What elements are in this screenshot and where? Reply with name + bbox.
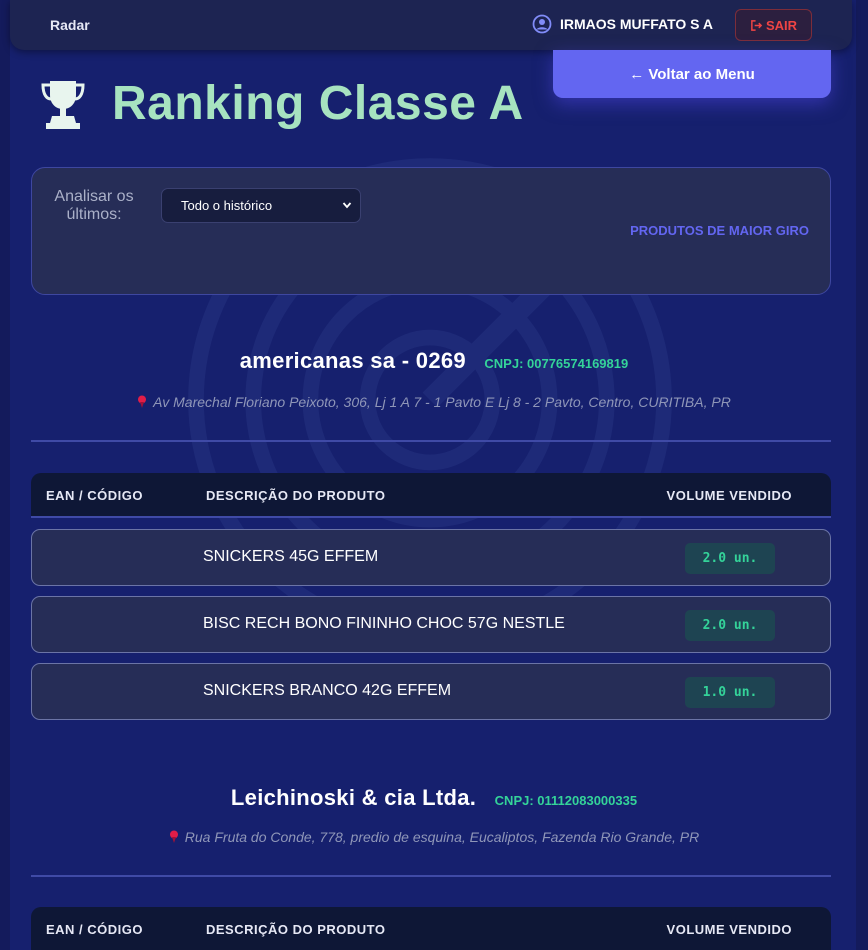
- column-header-description: DESCRIÇÃO DO PRODUTO: [206, 488, 386, 503]
- top-navbar: Radar IRMAOS MUFFATO S A SAIR: [10, 0, 852, 50]
- logout-button[interactable]: SAIR: [735, 9, 812, 41]
- chevron-down-icon: [342, 202, 352, 209]
- page-title: Ranking Classe A: [112, 77, 524, 130]
- column-header-volume: VOLUME VENDIDO: [666, 488, 792, 503]
- store-name: americanas sa - 0269: [239, 348, 466, 373]
- store-name: Leichinoski & cia Ltda.: [230, 785, 477, 810]
- user-info: IRMAOS MUFFATO S A: [532, 14, 713, 34]
- store-address: Av Marechal Floriano Peixoto, 306, Lj 1 …: [0, 394, 868, 410]
- filter-card: Analisar os últimos: Todo o histórico PR…: [31, 167, 831, 295]
- user-circle-icon: [532, 14, 552, 34]
- store-address: Rua Fruta do Conde, 778, predio de esqui…: [0, 829, 868, 845]
- logout-label: SAIR: [765, 17, 798, 33]
- map-pin-icon: [138, 395, 147, 408]
- volume-badge: 1.0 un.: [685, 677, 775, 708]
- map-pin-icon: [169, 830, 178, 843]
- column-header-volume: VOLUME VENDIDO: [666, 922, 792, 937]
- brand-link[interactable]: Radar: [50, 17, 90, 33]
- column-header-description: DESCRIÇÃO DO PRODUTO: [206, 922, 386, 937]
- table-header: EAN / CÓDIGO DESCRIÇÃO DO PRODUTO VOLUME…: [31, 473, 831, 518]
- section-divider: [31, 875, 831, 877]
- store-address-text: Av Marechal Floriano Peixoto, 306, Lj 1 …: [153, 394, 731, 410]
- store-address-text: Rua Fruta do Conde, 778, predio de esqui…: [184, 829, 700, 845]
- period-select-value: Todo o histórico: [181, 198, 273, 213]
- volume-badge: 2.0 un.: [685, 610, 775, 641]
- page-header: Ranking Classe A: [40, 76, 524, 131]
- trophy-icon: [41, 80, 85, 129]
- user-name: IRMAOS MUFFATO S A: [560, 16, 713, 32]
- period-filter-label: Analisar os últimos:: [54, 188, 134, 223]
- column-header-ean: EAN / CÓDIGO: [46, 488, 144, 503]
- store-cnpj: CNPJ: 01112083000335: [494, 793, 638, 808]
- volume-badge: 2.0 un.: [685, 543, 775, 574]
- logout-icon: [751, 19, 763, 31]
- table-header: EAN / CÓDIGO DESCRIÇÃO DO PRODUTO VOLUME…: [31, 907, 831, 950]
- table-row: BISC RECH BONO FININHO CHOC 57G NESTLE 2…: [31, 596, 831, 653]
- back-to-menu-button[interactable]: ← Voltar ao Menu: [553, 50, 831, 98]
- section-divider: [31, 440, 831, 442]
- column-header-ean: EAN / CÓDIGO: [46, 922, 144, 937]
- product-description: SNICKERS BRANCO 42G EFFEM: [203, 682, 452, 699]
- period-select[interactable]: Todo o histórico: [161, 188, 361, 223]
- product-description: SNICKERS 45G EFFEM: [203, 548, 379, 565]
- table-row: SNICKERS BRANCO 42G EFFEM 1.0 un.: [31, 663, 831, 720]
- store-header: Leichinoski & cia Ltda. CNPJ: 0111208300…: [0, 785, 868, 811]
- table-row: SNICKERS 45G EFFEM 2.0 un.: [31, 529, 831, 586]
- store-cnpj: CNPJ: 00776574169819: [484, 356, 629, 371]
- product-description: BISC RECH BONO FININHO CHOC 57G NESTLE: [203, 615, 565, 632]
- store-header: americanas sa - 0269 CNPJ: 0077657416981…: [0, 348, 868, 374]
- section-label: PRODUTOS DE MAIOR GIRO: [630, 223, 809, 238]
